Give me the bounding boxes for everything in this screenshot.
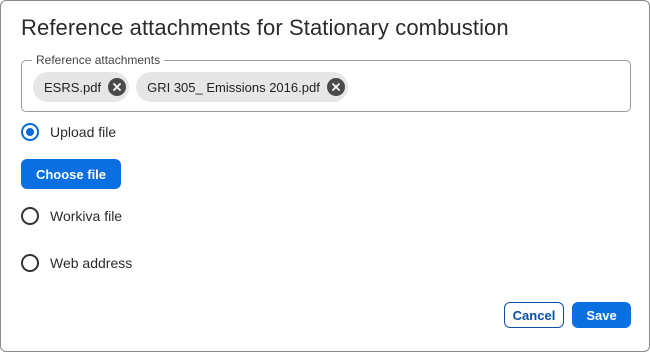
workiva-file-radio[interactable] — [21, 207, 39, 225]
radio-option-upload-file[interactable]: Upload file — [21, 123, 116, 141]
web-address-radio[interactable] — [21, 254, 39, 272]
reference-attachments-field[interactable]: Reference attachments ESRS.pdf GRI 305_ … — [21, 53, 631, 112]
cancel-button[interactable]: Cancel — [504, 302, 564, 328]
attachment-chip: GRI 305_ Emissions 2016.pdf — [136, 72, 348, 102]
reference-attachments-dialog: Reference attachments for Stationary com… — [0, 0, 650, 352]
radio-option-workiva-file[interactable]: Workiva file — [21, 207, 122, 225]
remove-attachment-icon[interactable] — [108, 78, 127, 96]
web-address-label: Web address — [50, 255, 133, 271]
reference-attachments-legend: Reference attachments — [32, 53, 165, 67]
save-button[interactable]: Save — [572, 302, 631, 328]
attachment-chip-label: ESRS.pdf — [44, 79, 102, 95]
attachment-chip-label: GRI 305_ Emissions 2016.pdf — [147, 79, 320, 95]
workiva-file-label: Workiva file — [50, 208, 123, 224]
attachment-chip-list: ESRS.pdf GRI 305_ Emissions 2016.pdf — [33, 72, 348, 102]
dialog-title: Reference attachments for Stationary com… — [21, 15, 509, 40]
attachment-chip: ESRS.pdf — [33, 72, 130, 102]
radio-option-web-address[interactable]: Web address — [21, 254, 132, 272]
upload-file-label: Upload file — [50, 124, 117, 140]
upload-file-radio[interactable] — [21, 123, 39, 141]
choose-file-button[interactable]: Choose file — [21, 159, 121, 189]
remove-attachment-icon[interactable] — [326, 78, 345, 96]
